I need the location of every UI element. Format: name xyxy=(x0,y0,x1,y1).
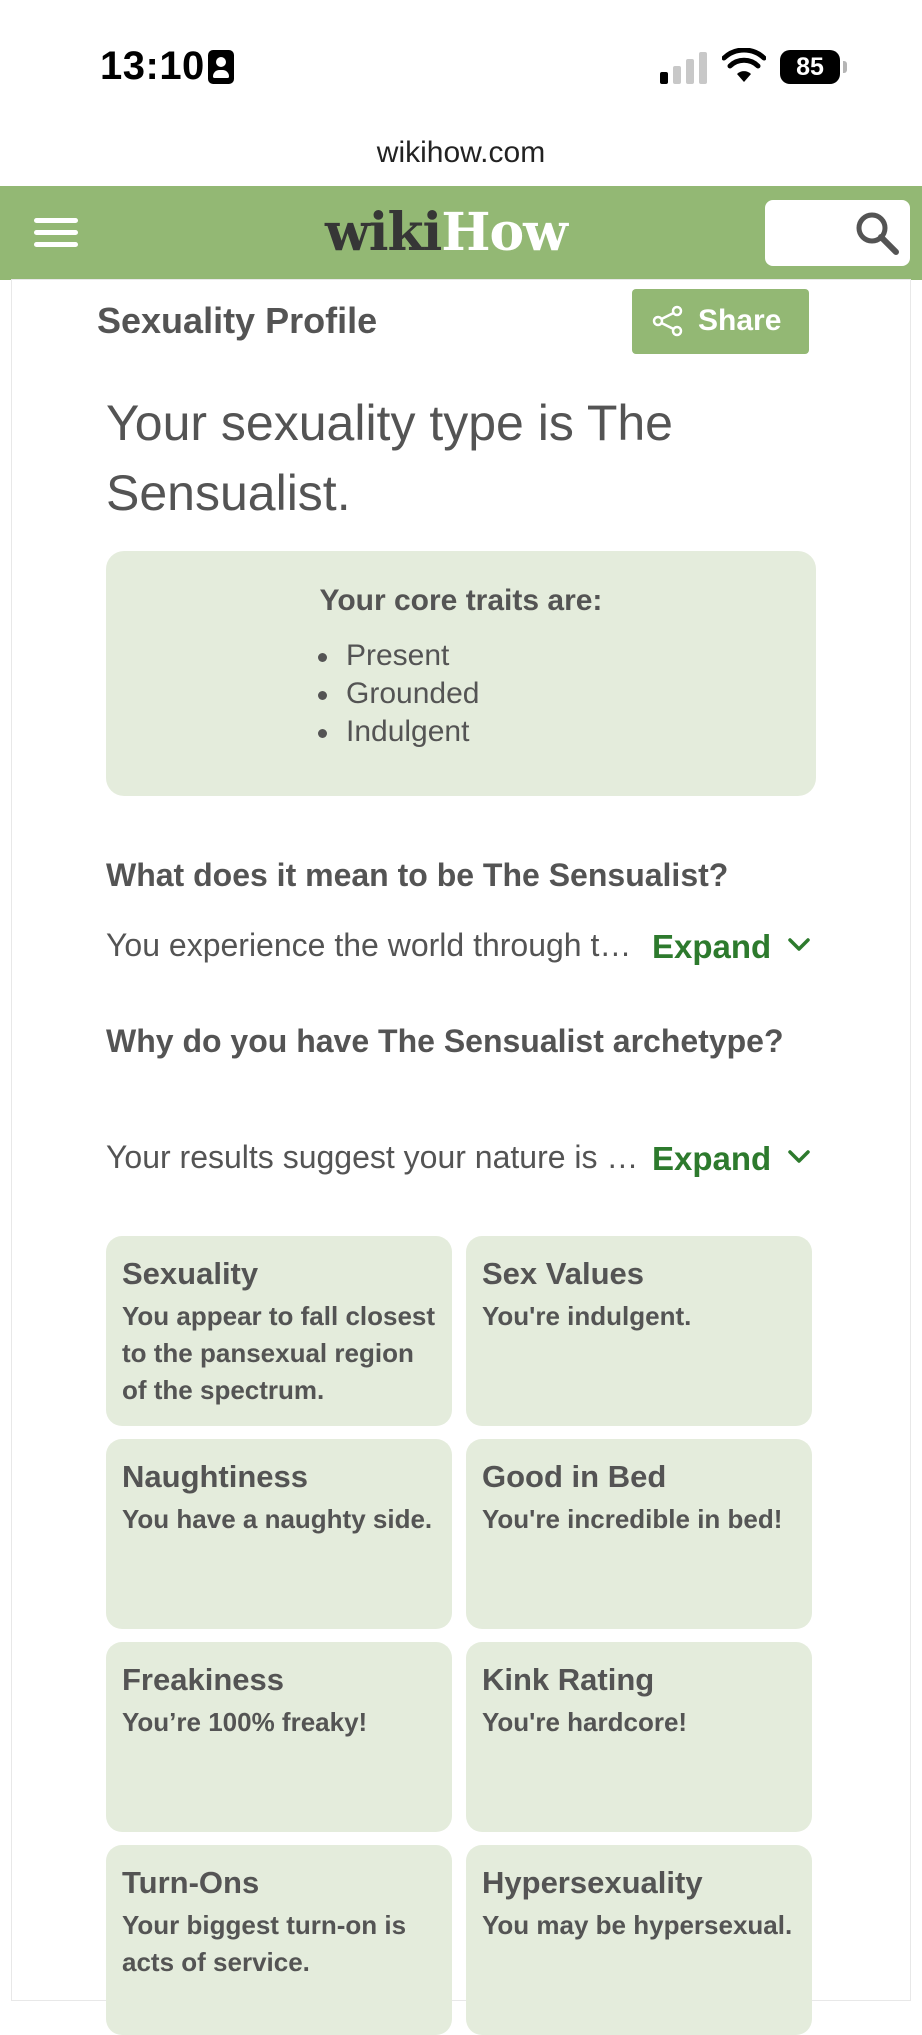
wikihow-logo[interactable]: wikiHow xyxy=(325,202,568,263)
share-icon xyxy=(652,305,683,337)
expand-label: Expand xyxy=(652,1140,772,1177)
contact-card-icon xyxy=(208,50,234,84)
result-card-sexuality[interactable]: Sexuality You appear to fall closest to … xyxy=(106,1236,452,1426)
trait-item: Indulgent xyxy=(318,713,479,751)
cellular-signal-icon xyxy=(660,50,708,84)
card-title: Turn-Ons xyxy=(122,1865,260,1900)
share-button[interactable]: Share xyxy=(632,289,809,354)
search-input[interactable] xyxy=(765,200,910,266)
result-card-good-in-bed[interactable]: Good in Bed You're incredible in bed! xyxy=(466,1439,812,1629)
page-title: Sexuality Profile xyxy=(97,300,378,341)
section-heading-why: Why do you have The Sensualist archetype… xyxy=(106,1023,784,1059)
card-text: You appear to fall closest to the pansex… xyxy=(122,1301,436,1405)
share-label: Share xyxy=(698,304,782,337)
traits-heading: Your core traits are: xyxy=(319,584,603,617)
expand-label: Expand xyxy=(652,928,772,965)
section-heading-meaning: What does it mean to be The Sensualist? xyxy=(106,857,729,893)
result-heading: Your sexuality type is The Sensualist. xyxy=(106,395,673,521)
battery-icon: 85 xyxy=(780,50,847,84)
address-bar-url[interactable]: wikihow.com xyxy=(0,136,922,170)
result-card-naughtiness[interactable]: Naughtiness You have a naughty side. xyxy=(106,1439,452,1629)
hamburger-menu-icon[interactable] xyxy=(34,216,78,250)
chevron-down-icon xyxy=(788,938,810,951)
card-title: Kink Rating xyxy=(482,1662,655,1697)
chevron-down-icon xyxy=(788,1150,810,1163)
wifi-icon xyxy=(722,48,766,82)
section-preview-meaning: You experience the world through the sen… xyxy=(106,927,641,963)
card-text: You're indulgent. xyxy=(482,1301,692,1331)
card-title: Naughtiness xyxy=(122,1459,309,1494)
logo-how: How xyxy=(441,202,568,263)
traits-list: Present Grounded Indulgent xyxy=(318,637,479,751)
card-title: Hypersexuality xyxy=(482,1865,703,1900)
status-time: 13:10 xyxy=(100,44,205,88)
card-text: You're incredible in bed! xyxy=(482,1504,783,1534)
card-text: You have a naughty side. xyxy=(122,1504,433,1534)
result-card-hypersexuality[interactable]: Hypersexuality You may be hypersexual. xyxy=(466,1845,812,2035)
expand-button-why[interactable]: Expand xyxy=(652,1140,810,1178)
logo-wiki: wiki xyxy=(325,202,442,263)
card-title: Sexuality xyxy=(122,1256,259,1291)
status-bar: 13:10 85 xyxy=(0,0,922,135)
site-header: wikiHow xyxy=(0,186,922,280)
expand-button-meaning[interactable]: Expand xyxy=(652,928,810,966)
trait-item: Grounded xyxy=(318,675,479,713)
trait-item: Present xyxy=(318,637,479,675)
result-card-sex-values[interactable]: Sex Values You're indulgent. xyxy=(466,1236,812,1426)
card-title: Freakiness xyxy=(122,1662,284,1697)
section-preview-why: Your results suggest your nature is deep… xyxy=(106,1139,641,1175)
card-text: You may be hypersexual. xyxy=(482,1910,793,1940)
result-card-turn-ons[interactable]: Turn-Ons Your biggest turn-on is acts of… xyxy=(106,1845,452,2035)
result-card-kink-rating[interactable]: Kink Rating You're hardcore! xyxy=(466,1642,812,1832)
search-icon[interactable] xyxy=(854,210,900,256)
core-traits-box: Your core traits are: Present Grounded I… xyxy=(106,551,816,796)
card-title: Good in Bed xyxy=(482,1459,667,1494)
card-title: Sex Values xyxy=(482,1256,645,1291)
card-text: You’re 100% freaky! xyxy=(122,1707,368,1737)
card-text: Your biggest turn-on is acts of service. xyxy=(122,1910,407,1977)
card-text: You're hardcore! xyxy=(482,1707,688,1737)
result-card-freakiness[interactable]: Freakiness You’re 100% freaky! xyxy=(106,1642,452,1832)
